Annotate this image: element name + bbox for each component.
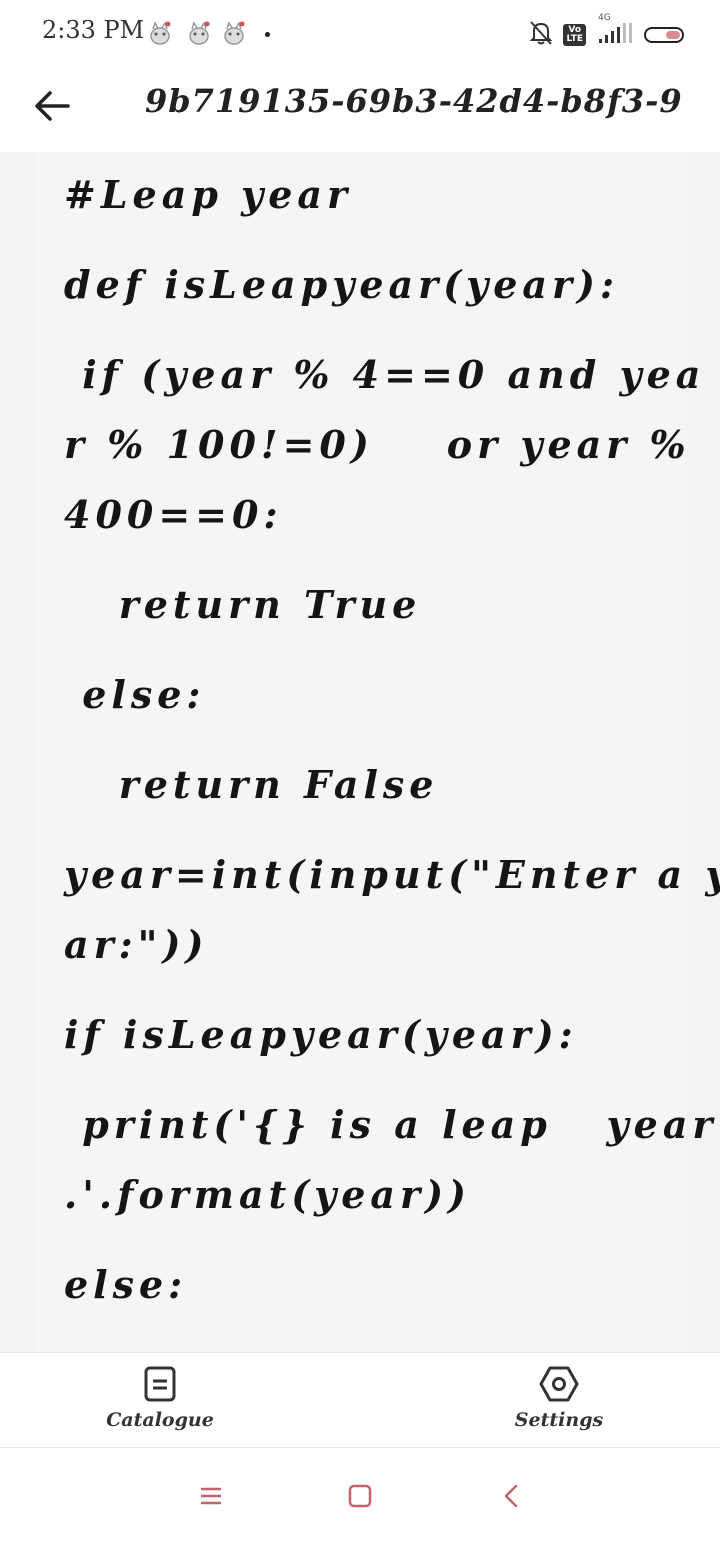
volte-icon: Vo LTE (563, 24, 586, 46)
signal-icon: 4G (596, 13, 634, 49)
back-button[interactable] (30, 84, 74, 128)
catalogue-button[interactable]: Catalogue (80, 1365, 240, 1431)
status-bar: 2:33 PM Vo LTE 4G (0, 0, 720, 68)
code-line: print('{} is a leap year (64, 1102, 718, 1147)
page-title: 9b719135-69b3-42d4-b8f3-9... (145, 82, 685, 120)
status-time: 2:33 PM (42, 16, 145, 44)
code-line: return True (64, 582, 422, 627)
arrow-left-icon (35, 91, 70, 121)
system-back-button[interactable] (498, 1482, 528, 1512)
hamburger-icon (201, 1487, 221, 1505)
code-line: else: (64, 1262, 188, 1307)
cat-icon (146, 20, 174, 52)
code-line: if (year % 4==0 and yea (64, 352, 706, 397)
cat-icon (220, 20, 248, 52)
settings-label: Settings (514, 1409, 604, 1431)
code-line: else: (64, 672, 206, 717)
menu-button[interactable] (197, 1482, 227, 1512)
code-line: .'.format(year)) (64, 1172, 472, 1217)
network-label: 4G (598, 13, 611, 23)
code-line: return False (64, 762, 439, 807)
code-line: def isLeapyear(year): (64, 262, 620, 307)
settings-button[interactable]: Settings (479, 1365, 639, 1431)
code-line: year=int(input("Enter a ye (64, 852, 720, 897)
code-content[interactable]: #Leap year def isLeapyear(year): if (yea… (0, 152, 720, 1352)
code-line: #Leap year (64, 172, 353, 217)
settings-hexagon-icon (539, 1366, 579, 1402)
catalogue-label: Catalogue (106, 1409, 214, 1431)
chevron-left-icon (504, 1484, 518, 1508)
cat-icon (185, 20, 213, 52)
bell-muted-icon (529, 20, 553, 50)
home-button[interactable] (346, 1482, 376, 1512)
app-header: 9b719135-69b3-42d4-b8f3-9... (0, 68, 720, 152)
code-line: if isLeapyear(year): (64, 1012, 578, 1057)
bottom-nav: Catalogue Settings (0, 1352, 720, 1448)
code-line: r % 100!=0) or year % (64, 422, 691, 467)
code-line: ar:")) (64, 922, 209, 967)
square-icon (348, 1484, 372, 1508)
battery-level (666, 31, 680, 39)
code-line: 400==0: (64, 492, 283, 537)
system-nav-bar (0, 1448, 720, 1544)
document-icon (144, 1366, 176, 1402)
battery-icon (644, 27, 684, 43)
status-right-icons: Vo LTE 4G (529, 13, 684, 50)
status-dot (265, 32, 270, 37)
